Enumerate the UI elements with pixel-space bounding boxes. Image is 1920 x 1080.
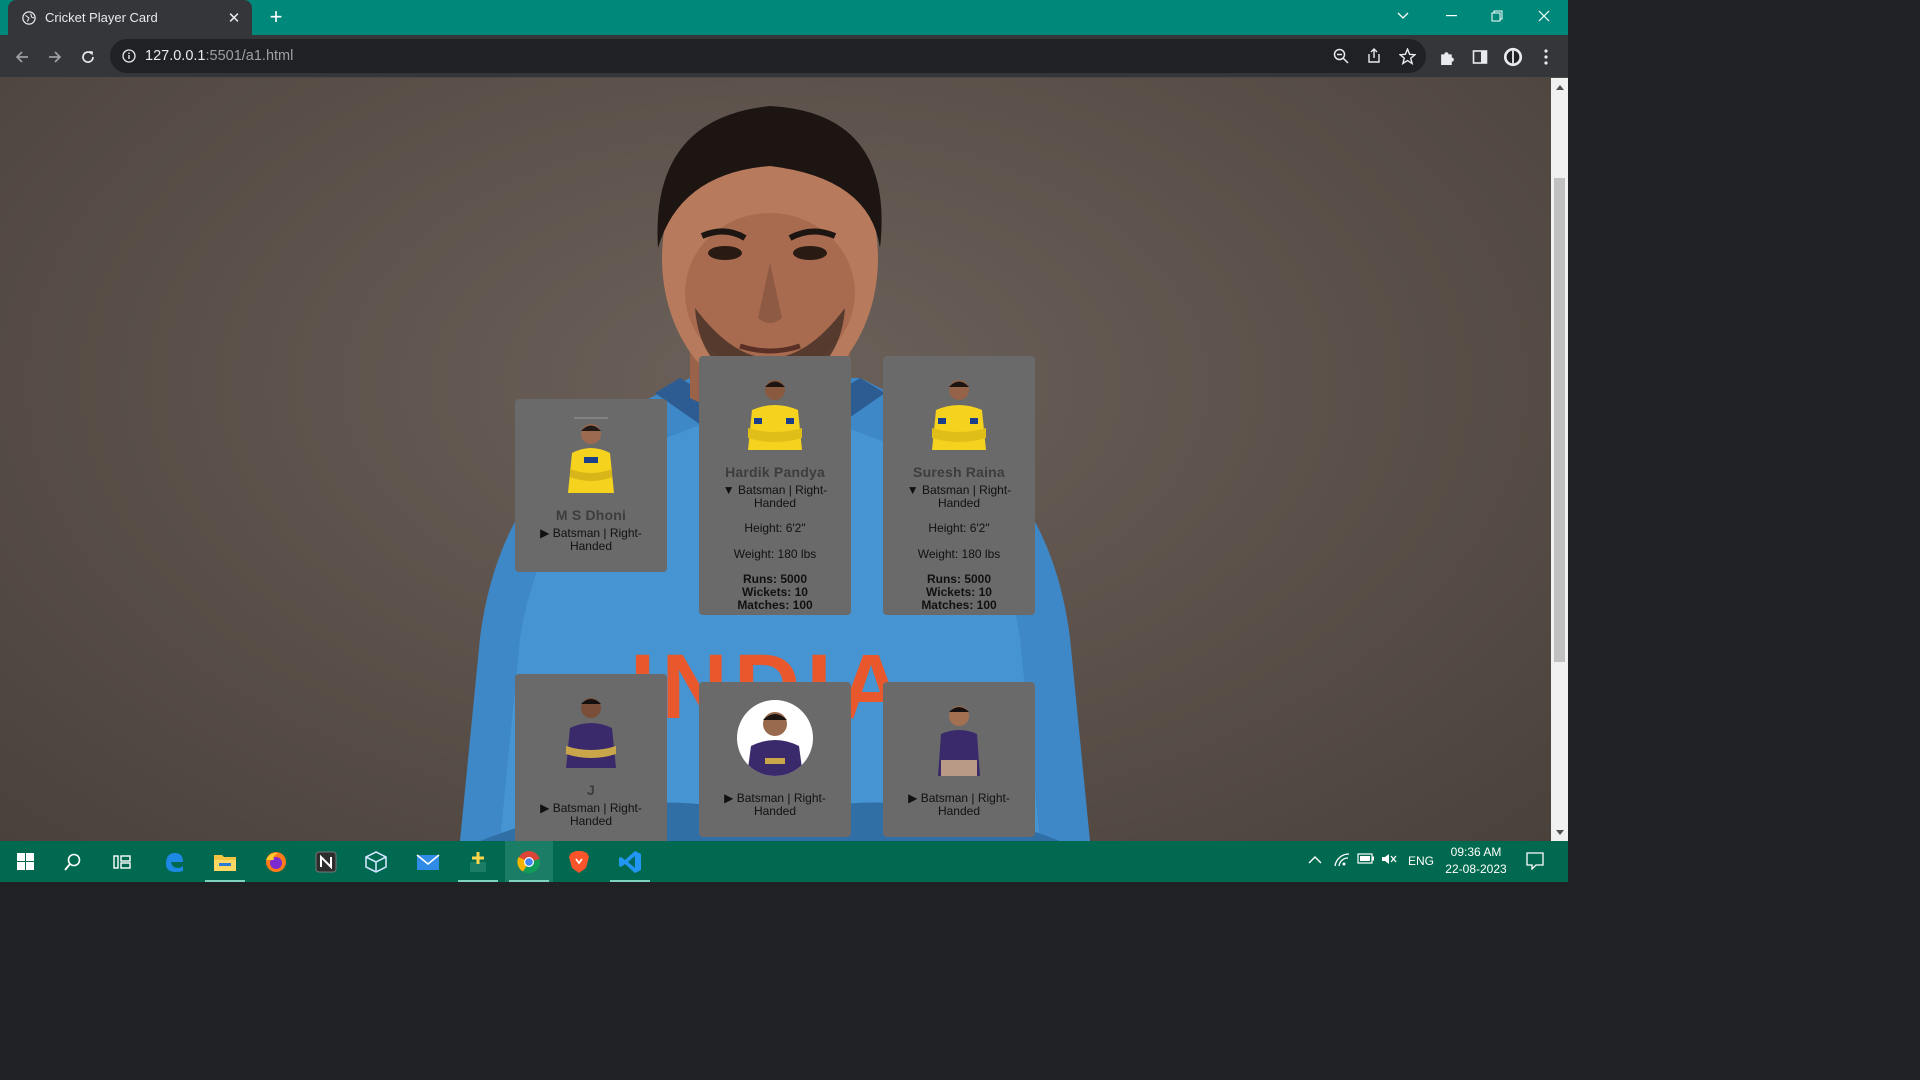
share-icon[interactable] xyxy=(1365,47,1383,65)
close-window-button[interactable] xyxy=(1521,0,1567,32)
running-indicator xyxy=(509,880,549,882)
bookmark-star-icon[interactable] xyxy=(1398,47,1416,65)
profile-avatar-icon[interactable] xyxy=(1503,47,1523,67)
player-card[interactable]: Hardik Pandya ▼ Batsman | Right-Handed H… xyxy=(699,356,851,615)
firefox-icon[interactable] xyxy=(252,841,300,882)
scrollbar-thumb[interactable] xyxy=(1554,178,1565,662)
notion-icon[interactable] xyxy=(302,841,350,882)
clock-time: 09:36 AM xyxy=(1450,845,1502,859)
player-height: Height: 6'2" xyxy=(744,521,806,535)
player-role: Batsman | Right-Handed xyxy=(738,483,828,510)
search-icon[interactable] xyxy=(49,841,97,882)
brave-icon[interactable] xyxy=(555,841,603,882)
browser-titlebar: Cricket Player Card ✕ + xyxy=(0,0,1568,35)
restore-button[interactable] xyxy=(1474,0,1520,32)
player-name: M S Dhoni xyxy=(555,507,627,523)
notification-center-icon[interactable] xyxy=(1526,852,1544,873)
windows-start-icon[interactable] xyxy=(1,841,49,882)
collapsed-triangle-icon: ▶ xyxy=(540,526,550,540)
show-hidden-icons-chevron-icon[interactable] xyxy=(1308,853,1322,867)
zoom-icon[interactable] xyxy=(1332,47,1350,65)
page-viewport: INDIA M S Dhoni ▶ Batsman | Right-Handed xyxy=(0,78,1551,841)
dev-app-icon[interactable] xyxy=(454,841,502,882)
player-weight: Weight: 180 lbs xyxy=(733,547,817,561)
mail-icon[interactable] xyxy=(404,841,452,882)
forward-arrow-icon[interactable] xyxy=(42,44,68,70)
player-role-toggle[interactable]: ▼ Batsman | Right-Handed xyxy=(713,484,837,509)
back-arrow-icon[interactable] xyxy=(9,44,35,70)
collapsed-triangle-icon: ▶ xyxy=(908,791,918,805)
url-path: :5501/a1.html xyxy=(205,48,294,64)
minimize-button[interactable] xyxy=(1428,0,1474,32)
globe-icon xyxy=(22,10,36,25)
reload-icon[interactable] xyxy=(75,44,101,70)
player-photo xyxy=(938,706,980,776)
language-indicator[interactable]: ENG xyxy=(1408,854,1434,868)
battery-icon[interactable] xyxy=(1357,853,1375,867)
tab-close-icon[interactable]: ✕ xyxy=(226,9,242,27)
player-matches: Matches: 100 xyxy=(737,598,813,612)
player-name: Suresh Raina xyxy=(913,464,1005,480)
volume-muted-icon[interactable] xyxy=(1381,853,1397,868)
url-host: 127.0.0.1 xyxy=(145,48,206,64)
running-indicator xyxy=(610,880,650,882)
wifi-icon[interactable] xyxy=(1334,853,1350,870)
player-role: Batsman | Right-Handed xyxy=(736,791,826,818)
system-clock[interactable]: 09:36 AM 22-08-2023 xyxy=(1440,844,1512,878)
player-photo xyxy=(566,698,616,768)
tab-title: Cricket Player Card xyxy=(45,10,158,25)
collapsed-triangle-icon: ▶ xyxy=(724,791,734,805)
vscode-icon[interactable] xyxy=(606,841,654,882)
player-photo xyxy=(748,380,802,450)
scroll-up-arrow-icon[interactable] xyxy=(1551,80,1568,94)
virtualbox-icon[interactable] xyxy=(352,841,400,882)
player-card[interactable]: ▶ Batsman | Right-Handed xyxy=(699,682,851,837)
player-card[interactable]: J ▶ Batsman | Right-Handed xyxy=(515,674,667,841)
chrome-menu-icon[interactable] xyxy=(1536,47,1556,67)
scroll-down-arrow-icon[interactable] xyxy=(1551,825,1568,839)
player-role-toggle[interactable]: ▶ Batsman | Right-Handed xyxy=(529,802,653,827)
player-role-toggle[interactable]: ▼ Batsman | Right-Handed xyxy=(897,484,1021,509)
expanded-triangle-icon: ▼ xyxy=(906,483,919,497)
extensions-puzzle-icon[interactable] xyxy=(1437,47,1457,67)
player-photo xyxy=(568,417,614,493)
player-role: Batsman | Right-Handed xyxy=(920,791,1010,818)
player-height: Height: 6'2" xyxy=(928,521,990,535)
clock-date: 22-08-2023 xyxy=(1445,862,1507,876)
tab-search-chevron-icon[interactable] xyxy=(1380,0,1426,32)
player-role: Batsman | Right-Handed xyxy=(922,483,1012,510)
info-icon[interactable] xyxy=(122,49,136,63)
page-scrollbar[interactable] xyxy=(1551,78,1568,841)
file-explorer-icon[interactable] xyxy=(201,841,249,882)
player-name: Hardik Pandya xyxy=(725,464,825,480)
player-role: Batsman | Right-Handed xyxy=(552,801,642,828)
player-photo xyxy=(932,380,986,450)
chrome-icon[interactable] xyxy=(505,841,553,882)
browser-toolbar: 127.0.0.1:5501/a1.html xyxy=(0,35,1568,78)
player-matches: Matches: 100 xyxy=(921,598,997,612)
player-role: Batsman | Right-Handed xyxy=(552,526,642,553)
address-bar[interactable]: 127.0.0.1:5501/a1.html xyxy=(110,39,1426,73)
player-weight: Weight: 180 lbs xyxy=(917,547,1001,561)
player-role-toggle[interactable]: ▶ Batsman | Right-Handed xyxy=(897,792,1021,817)
collapsed-triangle-icon: ▶ xyxy=(540,801,550,815)
expanded-triangle-icon: ▼ xyxy=(722,483,735,497)
player-role-toggle[interactable]: ▶ Batsman | Right-Handed xyxy=(529,527,653,552)
player-name: J xyxy=(587,782,595,798)
side-panel-icon[interactable] xyxy=(1470,47,1490,67)
new-tab-button[interactable]: + xyxy=(264,5,288,29)
running-indicator xyxy=(205,880,245,882)
edge-browser-icon[interactable] xyxy=(150,841,198,882)
task-view-icon[interactable] xyxy=(98,841,146,882)
running-indicator xyxy=(458,880,498,882)
player-card[interactable]: Suresh Raina ▼ Batsman | Right-Handed He… xyxy=(883,356,1035,615)
player-photo xyxy=(737,700,813,776)
player-card[interactable]: ▶ Batsman | Right-Handed xyxy=(883,682,1035,837)
windows-taskbar: ENG 09:36 AM 22-08-2023 xyxy=(0,841,1568,882)
browser-tab[interactable]: Cricket Player Card ✕ xyxy=(8,0,252,35)
player-role-toggle[interactable]: ▶ Batsman | Right-Handed xyxy=(713,792,837,817)
player-card[interactable]: M S Dhoni ▶ Batsman | Right-Handed xyxy=(515,399,667,572)
